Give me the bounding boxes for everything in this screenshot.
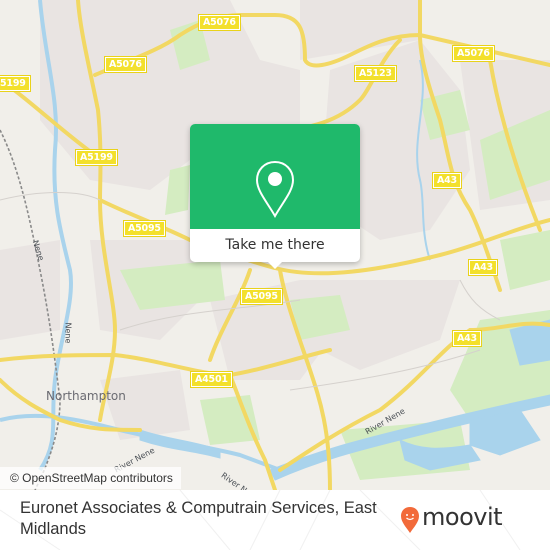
popup-header: [190, 124, 360, 229]
road-label-a5076: A5076: [452, 45, 495, 62]
road-label-a5095: A5095: [240, 288, 283, 305]
map-view[interactable]: A5076 A5076 5199 A5199 A5076 A5123 A43 A…: [0, 0, 550, 490]
take-me-there-button[interactable]: Take me there: [190, 229, 360, 262]
road-label-a5123: A5123: [354, 65, 397, 82]
road-label-a5095: A5095: [123, 220, 166, 237]
road-label-a43: A43: [432, 172, 462, 189]
location-pin-icon: [255, 160, 295, 219]
road-label-a43: A43: [452, 330, 482, 347]
road-label-a5076: A5076: [104, 56, 147, 73]
location-popup: Take me there: [190, 124, 360, 269]
road-label-a4501: A4501: [190, 371, 233, 388]
road-label-a43: A43: [468, 259, 498, 276]
river-label: Nene: [63, 322, 73, 344]
footer: Euronet Associates & Computrain Services…: [0, 490, 550, 550]
place-title: Euronet Associates & Computrain Services…: [20, 499, 377, 538]
road-label-a5076: A5076: [198, 14, 241, 31]
map-attribution: © OpenStreetMap contributors: [0, 467, 181, 489]
popup-pointer: [266, 260, 284, 269]
moovit-pin-icon: [401, 507, 419, 533]
road-label-a5199: A5199: [75, 149, 118, 166]
place-label-northampton: Northampton: [46, 389, 126, 403]
moovit-wordmark: moovit: [422, 503, 503, 531]
road-label-a5199: 5199: [0, 75, 31, 92]
